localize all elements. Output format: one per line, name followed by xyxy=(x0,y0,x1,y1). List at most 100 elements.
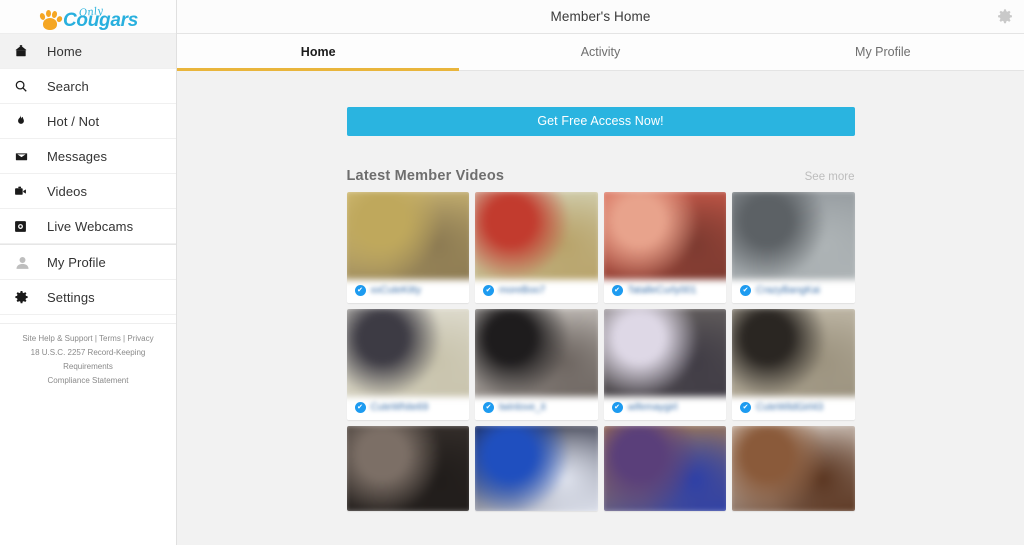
verified-badge-icon: ✔ xyxy=(483,401,494,413)
sidebar-item-label: Search xyxy=(47,78,89,94)
video-thumbnail xyxy=(732,309,855,397)
verified-badge-icon: ✔ xyxy=(354,284,366,296)
video-meta: ✔ xxCuteKitty xyxy=(346,277,469,303)
video-camera-icon xyxy=(14,185,36,198)
video-meta: ✔ TatalleCurly001 xyxy=(603,277,726,303)
video-meta: ✔ wifemaygirl xyxy=(603,394,726,420)
footer-compliance-line: Compliance Statement xyxy=(47,376,129,385)
video-card[interactable]: ✔ CuteWhite69 xyxy=(346,309,469,420)
gear-icon[interactable] xyxy=(994,6,1016,28)
flame-icon xyxy=(14,114,36,128)
video-thumbnail xyxy=(346,192,469,280)
sidebar-item-hot-not[interactable]: Hot / Not xyxy=(0,104,176,139)
verified-badge-icon: ✔ xyxy=(611,401,623,413)
sidebar-item-label: My Profile xyxy=(47,254,106,270)
logo[interactable]: Only Cougars xyxy=(0,0,176,34)
video-thumbnail xyxy=(475,426,598,511)
content-scroll-area: Get Free Access Now! Latest Member Video… xyxy=(177,71,1024,545)
person-icon xyxy=(14,254,36,271)
verified-badge-icon: ✔ xyxy=(483,284,494,296)
tab-activity[interactable]: Activity xyxy=(459,34,741,70)
video-username[interactable]: CrazyBangKai xyxy=(756,285,820,296)
video-grid: ✔ xxCuteKitty ✔ moreBoo7 ✔ TatalleCurly001 ✔ Cr… xyxy=(346,192,855,511)
sidebar-item-videos[interactable]: Videos xyxy=(0,174,176,209)
sidebar-item-label: Home xyxy=(47,43,83,59)
video-card[interactable] xyxy=(732,426,855,511)
app-root: Only Cougars Home Search Hot / Not Messa… xyxy=(0,0,1024,545)
video-username[interactable]: twinlove_it xyxy=(499,402,546,413)
footer-link-help[interactable]: Site Help & Support xyxy=(22,334,92,343)
sidebar-item-label: Hot / Not xyxy=(47,113,100,129)
webcam-icon xyxy=(14,220,36,233)
sidebar-nav: Home Search Hot / Not Messages Videos Li… xyxy=(0,34,176,315)
sidebar: Only Cougars Home Search Hot / Not Messa… xyxy=(0,0,177,545)
tab-home[interactable]: Home xyxy=(177,34,460,71)
video-meta: ✔ CrazyBangKai xyxy=(732,277,855,303)
sidebar-item-messages[interactable]: Messages xyxy=(0,139,176,174)
video-meta: ✔ CuteWildGirl43 xyxy=(732,394,855,420)
sidebar-item-my-profile[interactable]: My Profile xyxy=(0,245,176,280)
video-card[interactable]: ✔ twinlove_it xyxy=(475,309,598,420)
search-icon xyxy=(14,79,36,93)
video-meta: ✔ moreBoo7 xyxy=(475,277,598,303)
verified-badge-icon: ✔ xyxy=(740,284,751,296)
sidebar-item-home[interactable]: Home xyxy=(0,34,176,69)
sidebar-item-label: Settings xyxy=(47,289,95,305)
topbar: Member's Home xyxy=(177,0,1024,34)
content-column: Get Free Access Now! Latest Member Video… xyxy=(346,107,855,511)
main-panel: Member's Home Home Activity My Profile G… xyxy=(177,0,1024,545)
video-card[interactable] xyxy=(475,426,598,511)
video-card[interactable]: ✔ TatalleCurly001 xyxy=(603,192,726,303)
home-icon xyxy=(14,44,36,58)
sidebar-item-label: Messages xyxy=(47,148,108,164)
tab-bar: Home Activity My Profile xyxy=(177,34,1024,71)
video-username[interactable]: xxCuteKitty xyxy=(371,285,422,296)
video-card[interactable] xyxy=(346,426,469,511)
footer-2257-line: 18 U.S.C. 2257 Record-Keeping Requiremen… xyxy=(30,348,146,371)
tab-label: My Profile xyxy=(855,45,911,59)
sidebar-item-label: Live Webcams xyxy=(47,218,134,234)
verified-badge-icon: ✔ xyxy=(611,284,623,296)
video-meta: ✔ CuteWhite69 xyxy=(346,394,469,420)
section-header: Latest Member Videos See more xyxy=(347,168,855,184)
video-thumbnail xyxy=(603,192,726,280)
video-username[interactable]: CuteWhite69 xyxy=(371,402,429,413)
sidebar-item-settings[interactable]: Settings xyxy=(0,280,176,315)
see-more-link[interactable]: See more xyxy=(805,171,855,183)
video-username[interactable]: CuteWildGirl43 xyxy=(756,402,823,413)
video-username[interactable]: wifemaygirl xyxy=(628,402,678,413)
video-thumbnail xyxy=(475,309,598,397)
logo-word-only: Only xyxy=(78,5,104,19)
gear-icon xyxy=(14,290,36,305)
video-thumbnail xyxy=(346,426,469,511)
paw-print-icon xyxy=(38,7,63,31)
footer-link-privacy[interactable]: Privacy xyxy=(127,334,153,343)
tab-label: Home xyxy=(300,45,336,59)
video-username[interactable]: moreBoo7 xyxy=(499,285,545,296)
footer-links-row: Site Help & Support | Terms | Privacy xyxy=(10,332,166,346)
video-card[interactable]: ✔ wifemaygirl xyxy=(603,309,726,420)
video-thumbnail xyxy=(732,426,855,511)
verified-badge-icon: ✔ xyxy=(740,401,751,413)
video-card[interactable]: ✔ moreBoo7 xyxy=(475,192,598,303)
video-thumbnail xyxy=(732,192,855,280)
footer-link-terms[interactable]: Terms xyxy=(99,334,121,343)
inbox-icon xyxy=(14,149,36,164)
get-free-access-button[interactable]: Get Free Access Now! xyxy=(346,107,855,136)
video-card[interactable] xyxy=(603,426,726,511)
video-thumbnail xyxy=(603,309,726,397)
video-thumbnail xyxy=(603,426,726,511)
section-title: Latest Member Videos xyxy=(346,168,505,184)
tab-my-profile[interactable]: My Profile xyxy=(742,34,1024,70)
video-thumbnail xyxy=(475,192,598,280)
video-card[interactable]: ✔ CrazyBangKai xyxy=(732,192,855,303)
tab-label: Activity xyxy=(580,45,621,59)
sidebar-item-search[interactable]: Search xyxy=(0,69,176,104)
video-card[interactable]: ✔ xxCuteKitty xyxy=(346,192,469,303)
verified-badge-icon: ✔ xyxy=(354,401,366,413)
video-thumbnail xyxy=(346,309,469,397)
sidebar-item-live-webcams[interactable]: Live Webcams xyxy=(0,209,176,244)
video-username[interactable]: TatalleCurly001 xyxy=(628,285,697,296)
video-card[interactable]: ✔ CuteWildGirl43 xyxy=(732,309,855,420)
sidebar-item-label: Videos xyxy=(47,183,88,199)
